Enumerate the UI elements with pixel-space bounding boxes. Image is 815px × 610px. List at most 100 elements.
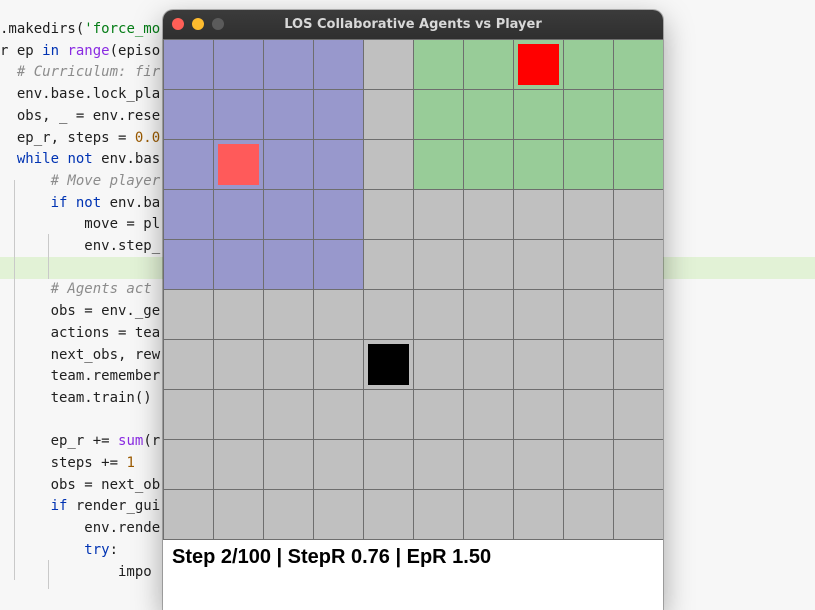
grid-cell	[613, 439, 663, 490]
code-line: try:	[84, 541, 119, 558]
grid-cell	[363, 39, 414, 90]
grid-cell	[513, 189, 564, 240]
grid-cell	[613, 389, 663, 440]
grid-cell	[213, 489, 264, 540]
grid-cell	[163, 239, 214, 290]
code-line: r ep in range(episo	[0, 42, 161, 59]
code-line: ep_r += sum(r	[0, 433, 161, 450]
grid-cell	[263, 439, 314, 490]
window-titlebar[interactable]: LOS Collaborative Agents vs Player	[163, 10, 663, 40]
grid-cell	[363, 389, 414, 440]
grid-cell	[613, 289, 663, 340]
grid-cell	[563, 139, 614, 190]
code-line: move = pl	[0, 216, 161, 233]
grid-cell	[313, 289, 364, 340]
code-line: env.base.lock_pla	[0, 86, 161, 103]
agent-light-red	[218, 144, 259, 185]
grid-cell	[463, 89, 514, 140]
window-title: LOS Collaborative Agents vs Player	[284, 17, 542, 32]
grid-cell	[363, 489, 414, 540]
grid-cell	[413, 189, 464, 240]
grid-cell	[513, 489, 564, 540]
code-line: # Move player	[0, 172, 161, 189]
grid-cell	[313, 39, 364, 90]
grid-cell	[613, 189, 663, 240]
grid-cell	[413, 439, 464, 490]
code-line: env.step_	[0, 238, 161, 254]
grid-cell	[213, 189, 264, 240]
grid-cell	[513, 139, 564, 190]
grid-cell	[613, 39, 663, 90]
grid-cell	[363, 139, 414, 190]
grid-cell	[263, 139, 314, 190]
code-line: actions = tea	[0, 324, 161, 341]
grid-cell	[163, 289, 214, 340]
grid-cell	[613, 239, 663, 290]
grid-cell	[463, 489, 514, 540]
grid-cell	[263, 239, 314, 290]
grid-cell	[463, 189, 514, 240]
grid-cell	[213, 439, 264, 490]
code-line: obs = next_ob	[0, 476, 161, 493]
grid-cell	[513, 289, 564, 340]
grid-cell	[463, 239, 514, 290]
grid-cell	[463, 139, 514, 190]
grid-cell	[563, 389, 614, 440]
app-window: LOS Collaborative Agents vs Player Step …	[163, 10, 663, 610]
grid-cell	[313, 339, 364, 390]
grid-cell	[263, 189, 314, 240]
grid-cell	[163, 89, 214, 140]
grid-cell	[263, 339, 314, 390]
code-line: if render_gui	[50, 498, 161, 515]
grid-cell	[263, 389, 314, 440]
status-text: Step 2/100 | StepR 0.76 | EpR 1.50	[172, 546, 492, 568]
grid-cell	[563, 89, 614, 140]
code-line: team.remember	[0, 368, 161, 385]
grid-cell	[563, 39, 614, 90]
grid-cell	[463, 289, 514, 340]
code-line: team.train()	[0, 389, 152, 406]
code-line: while not env.bas	[16, 151, 161, 168]
grid-cell	[563, 439, 614, 490]
grid-cell	[213, 89, 264, 140]
grid-cell	[163, 139, 214, 190]
code-line: # Curriculum: fir	[0, 64, 161, 81]
grid-cell	[513, 389, 564, 440]
grid-cell	[613, 89, 663, 140]
grid-cell	[413, 289, 464, 340]
grid-cell	[263, 89, 314, 140]
grid-cell	[163, 389, 214, 440]
code-line: .makedirs('force_mo	[0, 21, 161, 37]
grid-cell	[363, 239, 414, 290]
grid-cell	[313, 389, 364, 440]
code-line: impo	[0, 563, 152, 580]
code-line: ep_r, steps = 0.0	[0, 129, 161, 146]
grid-cell	[413, 39, 464, 90]
grid-cell	[313, 189, 364, 240]
grid-cell	[613, 339, 663, 390]
grid-cell	[163, 39, 214, 90]
player-target	[518, 44, 559, 85]
grid-cell	[313, 489, 364, 540]
grid-cell	[363, 289, 414, 340]
grid-cell	[263, 289, 314, 340]
grid-cell	[163, 189, 214, 240]
grid-cell	[413, 489, 464, 540]
grid-cell	[563, 239, 614, 290]
grid-cell	[463, 439, 514, 490]
grid-cell	[363, 439, 414, 490]
grid-cell	[463, 389, 514, 440]
grid-cell	[363, 189, 414, 240]
grid-cell	[613, 139, 663, 190]
code-line: obs = env._ge	[0, 303, 161, 320]
grid-cell	[513, 239, 564, 290]
grid-cell	[313, 239, 364, 290]
grid-cell	[313, 139, 364, 190]
grid-cell	[313, 89, 364, 140]
grid-cell	[463, 339, 514, 390]
grid-cell	[213, 389, 264, 440]
grid-cell	[413, 89, 464, 140]
grid-cell	[613, 489, 663, 540]
game-grid	[163, 39, 663, 540]
grid-cell	[563, 339, 614, 390]
